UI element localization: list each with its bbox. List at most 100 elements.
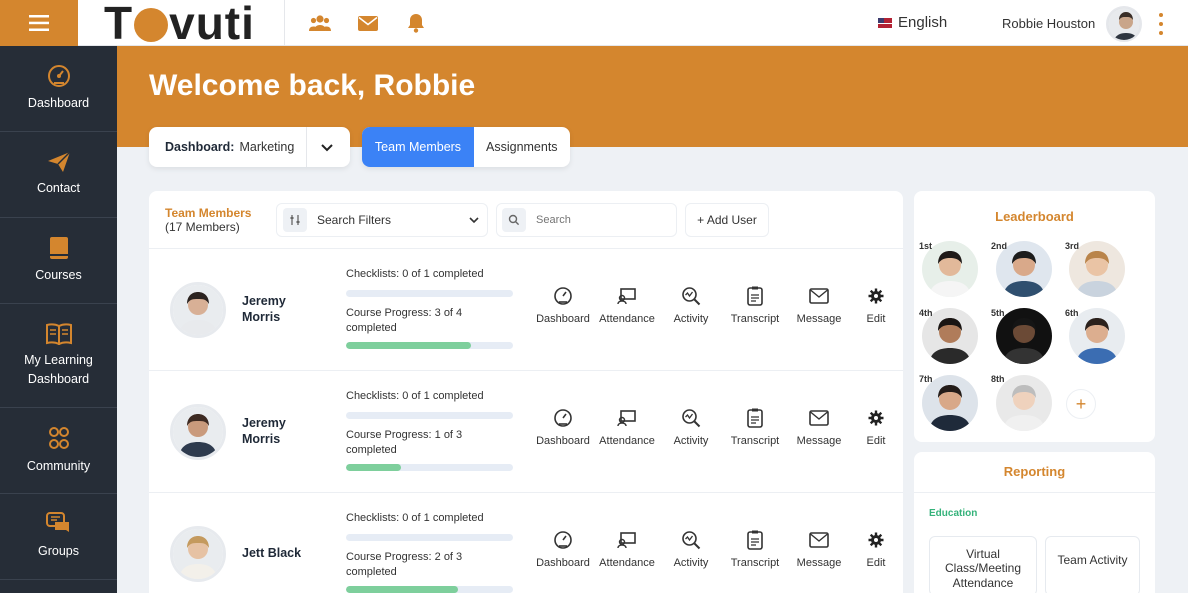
member-avatar[interactable]: [170, 282, 226, 338]
member-avatar[interactable]: [170, 526, 226, 582]
reporting-section-label: Education: [929, 508, 978, 519]
sidebar-item-label: Community: [26, 459, 91, 474]
course-progress-fill: [346, 342, 472, 349]
member-action-dashboard[interactable]: Dashboard: [531, 285, 595, 325]
checklist-status: Checklists: 0 of 1 completed: [346, 390, 484, 402]
member-count: (17 Members): [165, 220, 240, 234]
message-icon: [808, 285, 830, 307]
sidebar-item-groups[interactable]: Groups: [0, 494, 117, 580]
bell-icon[interactable]: [404, 11, 428, 35]
transcript-icon: [744, 529, 766, 551]
sidebar-item-community[interactable]: Community: [0, 408, 117, 494]
sidebar-item-label: My Learning Dashboard: [24, 353, 93, 386]
gear-icon: [865, 407, 887, 429]
search-filters-dropdown[interactable]: Search Filters: [276, 203, 488, 237]
leaderboard-rank: 4th: [919, 308, 933, 318]
hamburger-menu-button[interactable]: [0, 0, 78, 46]
member-action-transcript[interactable]: Transcript: [723, 407, 787, 447]
chevron-down-icon[interactable]: [319, 139, 335, 155]
leaderboard-add-button[interactable]: +: [1066, 389, 1096, 419]
member-action-attendance[interactable]: Attendance: [595, 529, 659, 569]
open-book-icon: [45, 323, 72, 346]
chevron-down-icon: [469, 217, 479, 224]
checklist-progress-bar: [346, 534, 513, 541]
report-card-virtual-class[interactable]: Virtual Class/Meeting Attendance: [929, 536, 1037, 593]
sidebar-item-label: Courses: [35, 268, 82, 283]
action-label: Dashboard: [536, 313, 590, 325]
checklist-status: Checklists: 0 of 1 completed: [346, 512, 484, 524]
member-action-activity[interactable]: Activity: [659, 407, 723, 447]
panel-title: Team Members: [165, 206, 252, 220]
action-label: Edit: [866, 435, 886, 447]
add-user-button[interactable]: + Add User: [685, 203, 769, 237]
sidebar-item-my-learning-dashboard[interactable]: My Learning Dashboard: [0, 304, 117, 408]
action-label: Transcript: [730, 313, 780, 325]
logo-text-start: T: [104, 0, 134, 49]
member-action-attendance[interactable]: Attendance: [595, 407, 659, 447]
sidebar-item-label: Contact: [36, 181, 81, 196]
sidebar-item-courses[interactable]: Courses: [0, 218, 117, 304]
activity-icon: [680, 407, 702, 429]
language-label: English: [898, 14, 948, 31]
search-input[interactable]: [536, 214, 656, 226]
attendance-icon: [616, 529, 638, 551]
sidebar-item-label: Dashboard: [27, 96, 90, 111]
member-avatar[interactable]: [170, 404, 226, 460]
attendance-icon: [616, 285, 638, 307]
tab-team-members[interactable]: Team Members: [362, 127, 474, 167]
mail-icon[interactable]: [356, 11, 380, 35]
book-icon: [49, 237, 68, 260]
member-action-activity[interactable]: Activity: [659, 285, 723, 325]
member-action-activity[interactable]: Activity: [659, 529, 723, 569]
top-bar: Tvuti English Robbie Houston: [0, 0, 1188, 49]
tovuti-logo[interactable]: Tvuti: [104, 0, 255, 49]
dashboard-select-value: Marketing: [239, 140, 295, 154]
user-name[interactable]: Robbie Houston: [1002, 16, 1095, 31]
divider: [306, 127, 307, 167]
dashboard-gauge-icon: [552, 285, 574, 307]
transcript-icon: [744, 285, 766, 307]
member-action-message[interactable]: Message: [787, 529, 851, 569]
member-action-transcript[interactable]: Transcript: [723, 285, 787, 325]
users-icon[interactable]: [308, 11, 332, 35]
report-card-team-activity[interactable]: Team Activity: [1045, 536, 1140, 593]
member-action-transcript[interactable]: Transcript: [723, 529, 787, 569]
reporting-card: Reporting Education Virtual Class/Meetin…: [914, 452, 1155, 593]
member-action-dashboard[interactable]: Dashboard: [531, 529, 595, 569]
action-label: Transcript: [730, 435, 780, 447]
action-label: Attendance: [599, 435, 655, 447]
member-row: Jett Black Checklists: 0 of 1 completed …: [149, 493, 903, 593]
divider: [284, 0, 285, 46]
member-action-edit[interactable]: Edit: [851, 529, 901, 569]
member-action-attendance[interactable]: Attendance: [595, 285, 659, 325]
sidebar-item-dashboard[interactable]: Dashboard: [0, 46, 117, 132]
sidebar-item-contact[interactable]: Contact: [0, 132, 117, 218]
dashboard-select-label: Dashboard:: [165, 140, 235, 154]
action-label: Message: [796, 557, 842, 569]
logo-globe-mark: [134, 8, 169, 42]
language-selector[interactable]: English: [878, 14, 947, 31]
member-name[interactable]: Jett Black: [242, 493, 312, 593]
member-action-edit[interactable]: Edit: [851, 285, 901, 325]
member-list: Jeremy Morris Checklists: 0 of 1 complet…: [149, 249, 903, 593]
member-name[interactable]: Jeremy Morris: [242, 371, 312, 493]
member-actions: Dashboard Attendance Activity Transcript…: [531, 529, 901, 569]
reporting-title: Reporting: [1003, 464, 1066, 479]
more-options-icon[interactable]: [1156, 13, 1166, 35]
activity-icon: [680, 285, 702, 307]
message-icon: [808, 529, 830, 551]
member-action-dashboard[interactable]: Dashboard: [531, 407, 595, 447]
us-flag-icon: [878, 17, 892, 28]
top-icon-group: [308, 11, 428, 35]
member-action-message[interactable]: Message: [787, 407, 851, 447]
dashboard-select[interactable]: Dashboard: Marketing: [149, 127, 350, 167]
member-action-message[interactable]: Message: [787, 285, 851, 325]
user-avatar[interactable]: [1106, 6, 1142, 42]
team-members-panel: Team Members (17 Members) Search Filters…: [149, 191, 903, 593]
member-actions: Dashboard Attendance Activity Transcript…: [531, 407, 901, 447]
filter-icon: [283, 208, 307, 232]
member-name[interactable]: Jeremy Morris: [242, 249, 312, 371]
member-action-edit[interactable]: Edit: [851, 407, 901, 447]
tab-assignments[interactable]: Assignments: [474, 127, 570, 167]
logo-text-end: vuti: [169, 0, 255, 49]
